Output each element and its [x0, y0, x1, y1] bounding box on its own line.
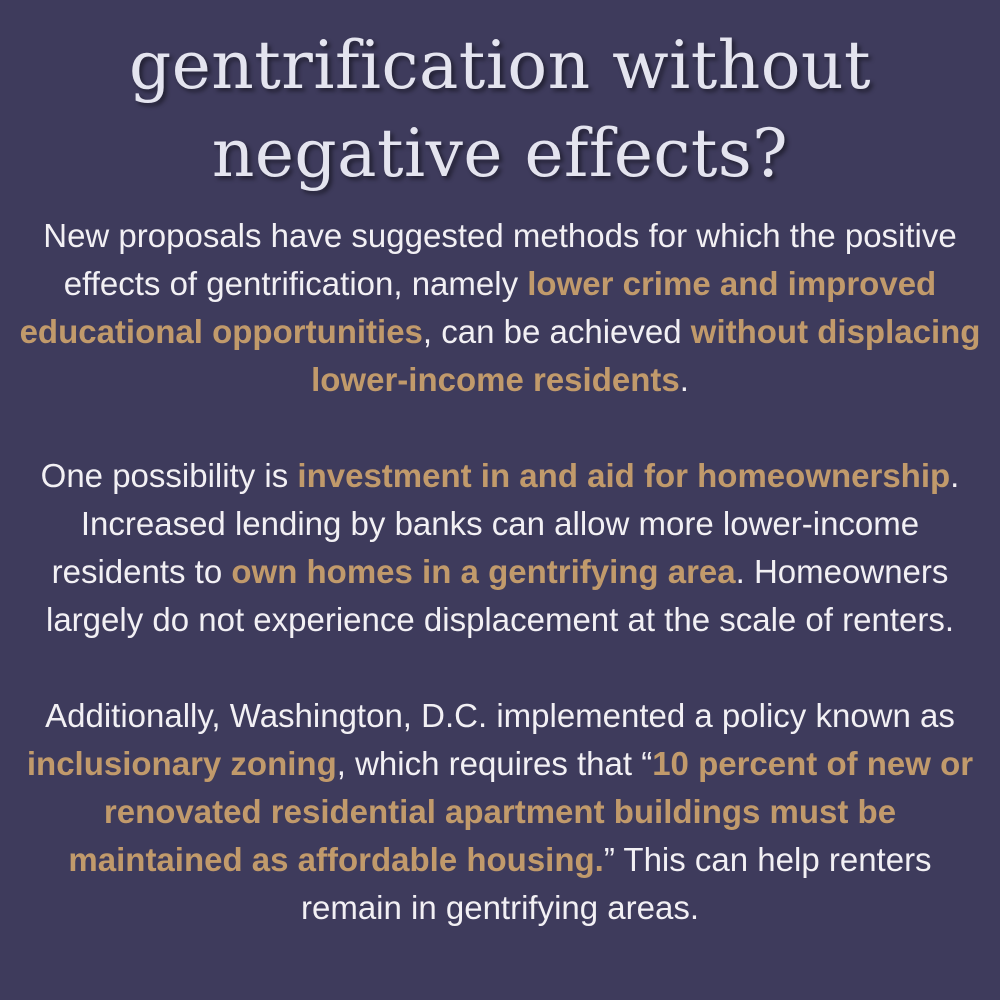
paragraph-text: , can be achieved: [422, 313, 691, 350]
paragraph-text: .: [679, 361, 689, 398]
paragraph-proposals: New proposals have suggested methods for…: [16, 212, 984, 404]
paragraph-text: Additionally, Washington, D.C. implement…: [45, 697, 955, 734]
paragraph-text: One possibility is: [40, 457, 298, 494]
highlight-text: inclusionary zoning: [26, 745, 337, 782]
infographic-slide: gentrification without negative effects?…: [0, 0, 1000, 1000]
paragraph-homeownership: One possibility is investment in and aid…: [16, 452, 984, 644]
highlight-text: investment in and aid for homeownership: [297, 457, 951, 494]
highlight-text: own homes in a gentrifying area: [231, 553, 736, 590]
paragraph-inclusionary-zoning: Additionally, Washington, D.C. implement…: [16, 692, 984, 932]
slide-title: gentrification without negative effects?: [128, 27, 872, 192]
paragraph-text: , which requires that “: [336, 745, 653, 782]
